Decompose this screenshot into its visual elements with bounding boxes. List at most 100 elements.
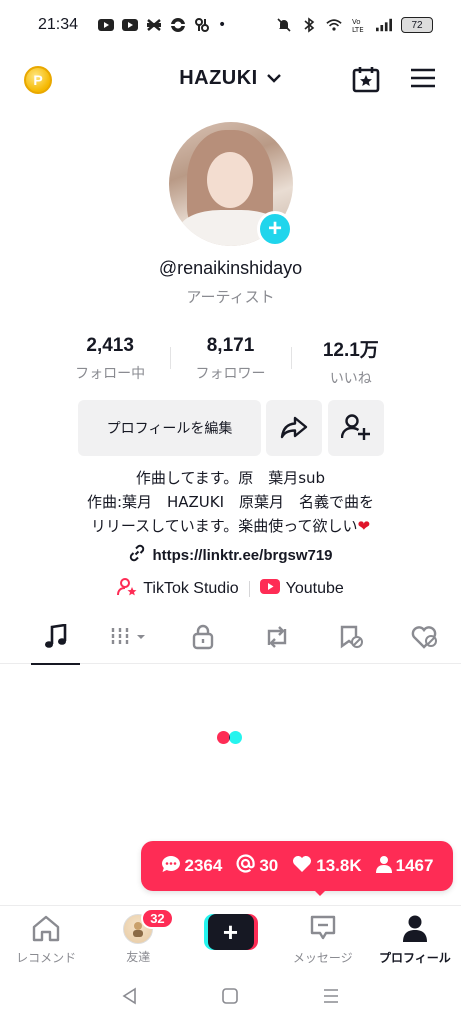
tab-music[interactable] [21,614,90,665]
system-navigation [0,978,461,1018]
account-switcher[interactable]: HAZUKI [0,67,461,90]
profile-bio: 作曲してます。原 葉月sub 作曲:葉月 HAZUKI 原葉月 名義で曲を リリ… [0,466,461,538]
tab-liked[interactable] [389,614,460,664]
status-time: 21:34 [38,16,79,33]
link-text: https://linktr.ee/brgsw719 [152,546,333,564]
stat-likes[interactable]: 12.1万 いいね [290,335,411,387]
nav-create[interactable]: + [184,906,276,973]
person-icon [375,855,392,878]
grid-filter-icon [110,625,148,653]
followers-count: 1467 [375,855,434,878]
mute-icon [276,17,292,33]
bio-link[interactable]: https://linktr.ee/brgsw719 [0,544,461,566]
nav-home-label: レコメンド [16,951,77,965]
stat-label: フォロワー [195,366,266,382]
status-left: 21:34 • [38,16,226,34]
likes-count: 13.8K [292,855,362,878]
loader-dot-cyan [229,731,242,744]
add-friend-button[interactable] [328,400,384,456]
inbox-icon [309,914,337,945]
tiktok-studio-shortcut[interactable]: TikTok Studio [107,577,248,602]
likes-value: 13.8K [316,856,362,875]
followers-value: 1467 [395,856,434,875]
stat-value: 8,171 [206,335,255,356]
youtube-shortcut[interactable]: Youtube [250,579,354,599]
add-story-button[interactable]: + [257,211,293,247]
bluetooth-icon [301,17,317,33]
youtube-label: Youtube [285,580,344,597]
profile-stats: 2,413 フォロー中 8,171 フォロワー 12.1万 いいね [50,335,411,387]
youtube-notification-icon-2 [122,17,139,33]
nav-inbox-label: メッセージ [292,951,353,965]
link-icon [128,544,146,566]
bio-line: 作曲してます。原 葉月sub [135,469,326,487]
tab-saved[interactable] [315,614,386,664]
menu-icon[interactable] [410,67,436,91]
music-note-icon [44,623,68,654]
stat-followers[interactable]: 8,171 フォロワー [170,335,290,385]
recents-icon[interactable] [322,987,340,1009]
comment-icon [161,855,181,878]
nav-friends[interactable]: 32 友達 [92,906,184,973]
nav-friends-label: 友達 [126,950,151,964]
tab-private[interactable] [167,614,238,664]
account-name: HAZUKI [179,67,258,89]
nav-inbox[interactable]: メッセージ [277,906,369,973]
comments-count: 2364 [161,855,223,878]
home-square-icon[interactable] [221,987,239,1009]
create-button[interactable]: + [203,914,258,952]
mentions-count: 30 [236,854,278,878]
app-notification-icon [170,17,186,33]
repost-icon [264,625,290,653]
lock-icon [192,624,214,654]
signal-icon [376,17,392,33]
home-icon [31,914,61,945]
status-right: Vo LTE 72 [276,17,433,33]
back-icon[interactable] [121,987,139,1009]
stat-value: 2,413 [86,335,134,356]
heart-icon [292,855,312,878]
mentions-value: 30 [259,856,279,875]
activity-summary-bubble[interactable]: 2364 30 13.8K 1467 [141,841,453,891]
battery-indicator: 72 [401,17,433,33]
tab-reposts[interactable] [241,614,312,664]
youtube-icon [259,579,280,599]
add-user-icon [340,413,371,444]
bio-line: リリースしています。楽曲使って欲しい❤ [0,514,461,538]
profile-person-icon [402,914,427,945]
share-profile-button[interactable] [266,400,322,456]
calendar-star-icon[interactable] [352,65,380,93]
stat-value: 12.1万 [322,340,379,361]
at-icon [236,854,256,878]
stat-following[interactable]: 2,413 フォロー中 [50,335,170,385]
share-icon [280,415,308,442]
stat-label: フォロー中 [75,366,146,382]
edit-profile-button[interactable]: プロフィールを編集 [78,400,261,456]
liked-hidden-icon [411,625,439,653]
nav-profile-label: プロフィール [379,951,451,965]
studio-user-icon [117,577,137,602]
bio-line: 作曲:葉月 HAZUKI 原葉月 名義で曲を [86,493,375,511]
comments-value: 2364 [184,856,223,875]
avatar-face [207,152,253,208]
chevron-down-icon [266,67,282,90]
stat-label: いいね [329,371,372,387]
bio-line-text: リリースしています。楽曲使って欲しい [90,517,358,535]
svg-text:LTE: LTE [352,26,364,33]
profile-header: P HAZUKI [0,55,461,105]
studio-label: TikTok Studio [143,580,239,597]
status-dot: • [218,17,227,33]
plus-icon: + [207,914,254,950]
user-category: アーティスト [186,288,275,306]
bottom-navigation: レコメンド 32 友達 + メッセージ プロフィール [0,905,461,973]
tab-videos[interactable] [93,614,164,664]
red-heart-emoji: ❤ [357,517,371,535]
nav-profile[interactable]: プロフィール [369,906,461,973]
friends-badge: 32 [141,908,174,929]
capcut-notification-icon [146,17,162,33]
svg-text:Vo: Vo [352,18,361,26]
youtube-notification-icon [98,17,115,33]
status-bar: 21:34 • Vo LTE 72 [0,0,461,50]
content-tabs [0,614,461,665]
nav-home[interactable]: レコメンド [0,906,92,973]
